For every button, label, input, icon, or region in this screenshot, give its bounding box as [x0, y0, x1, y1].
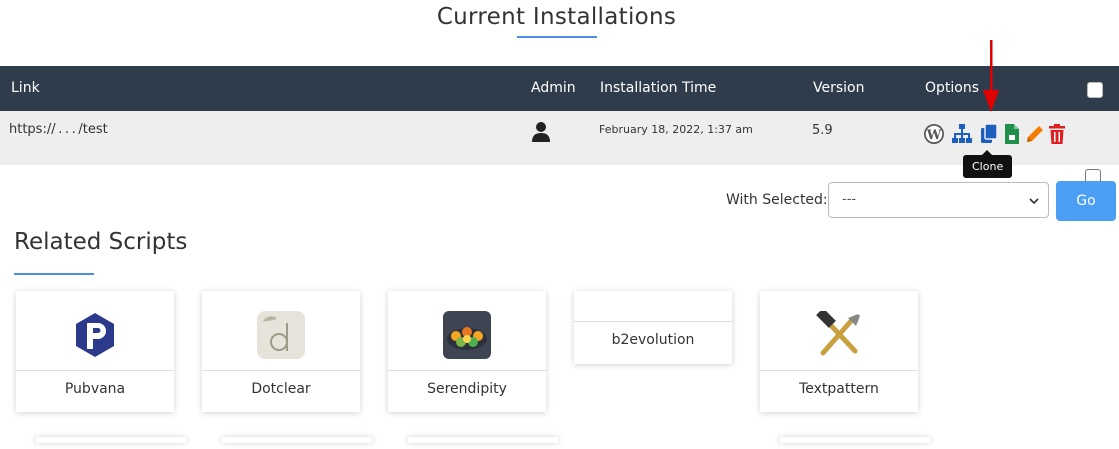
- version: 5.9: [812, 123, 833, 138]
- table-header: Link Admin Installation Time Version Opt…: [0, 66, 1119, 111]
- header-installation-time: Installation Time: [600, 80, 717, 96]
- delete-icon[interactable]: [1046, 123, 1068, 145]
- select-all-checkbox[interactable]: [1087, 82, 1103, 98]
- admin-icon[interactable]: [531, 121, 551, 143]
- go-button[interactable]: Go: [1056, 181, 1116, 221]
- clone-tooltip: Clone: [963, 150, 1013, 178]
- related-scripts-title: Related Scripts: [14, 229, 188, 255]
- header-admin: Admin: [531, 80, 576, 96]
- dropdown-value: ---: [842, 192, 857, 207]
- card-divider: [202, 370, 360, 371]
- chevron-down-icon: [1029, 198, 1039, 205]
- script-card-textpattern[interactable]: Textpattern: [760, 291, 918, 412]
- installation-link[interactable]: https:// . . . /test: [9, 122, 108, 137]
- staging-icon[interactable]: [951, 123, 973, 145]
- script-name: Serendipity: [427, 381, 507, 397]
- script-name: Pubvana: [64, 381, 126, 397]
- with-selected-label: With Selected:: [726, 192, 828, 208]
- textpattern-logo: [816, 311, 860, 356]
- table-row: https:// . . . /test February 18, 2022, …: [0, 111, 1119, 185]
- with-selected-dropdown[interactable]: ---: [828, 182, 1049, 218]
- svg-text:W: W: [926, 128, 942, 143]
- card-divider: [16, 370, 174, 371]
- annotation-arrow: [983, 40, 999, 112]
- partial-card: [36, 437, 186, 443]
- partial-card: [408, 437, 558, 443]
- card-divider: [574, 321, 732, 322]
- edit-icon[interactable]: [1024, 123, 1046, 145]
- script-card-serendipity[interactable]: Serendipity: [388, 291, 546, 412]
- dotclear-logo: [257, 311, 305, 359]
- card-divider: [388, 370, 546, 371]
- serendipity-logo: [443, 311, 491, 359]
- script-card-b2evolution[interactable]: b2evolution: [574, 291, 732, 364]
- installation-time: February 18, 2022, 1:37 am: [599, 123, 753, 136]
- script-name: Textpattern: [799, 381, 879, 397]
- header-link: Link: [11, 80, 40, 96]
- partial-card: [780, 437, 930, 443]
- script-card-pubvana[interactable]: Pubvana: [16, 291, 174, 412]
- card-divider: [760, 370, 918, 371]
- partial-card: [222, 437, 372, 443]
- script-card-dotclear[interactable]: Dotclear: [202, 291, 360, 412]
- backup-icon[interactable]: [1001, 123, 1023, 145]
- title-underline: [517, 36, 597, 38]
- header-options: Options: [925, 80, 980, 96]
- clone-icon[interactable]: [978, 123, 1000, 145]
- script-name: Dotclear: [251, 381, 311, 397]
- installations-table: Link Admin Installation Time Version Opt…: [0, 66, 1119, 185]
- wordpress-icon[interactable]: W: [923, 123, 945, 145]
- header-version: Version: [813, 80, 865, 96]
- related-underline: [14, 273, 94, 275]
- pubvana-logo: [76, 313, 114, 357]
- page-title: Current Installations: [436, 4, 677, 30]
- script-name: b2evolution: [611, 332, 695, 348]
